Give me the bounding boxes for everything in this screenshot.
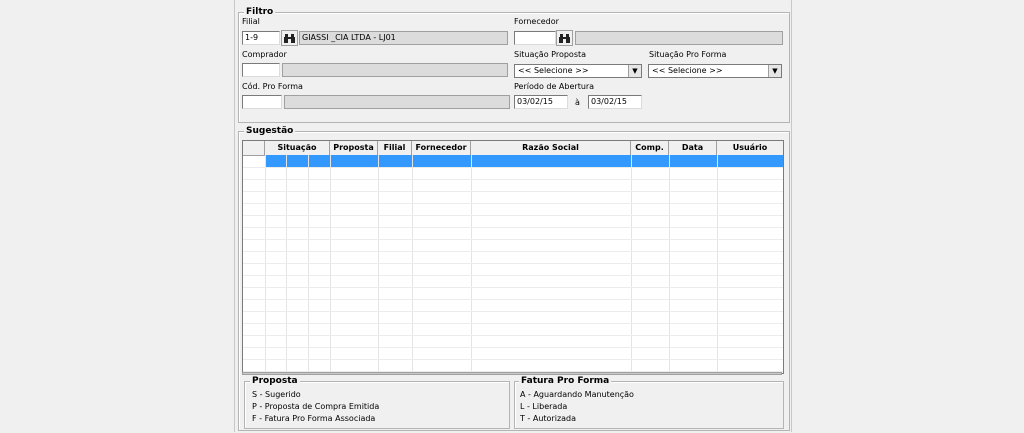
grid-column-line xyxy=(631,155,632,373)
comprador-code-input[interactable] xyxy=(242,63,280,77)
grid-bottom-scrollbar[interactable] xyxy=(242,372,782,375)
column-header-razao-social[interactable]: Razão Social xyxy=(471,141,631,155)
grid-row-line xyxy=(243,239,783,240)
sugestao-grid[interactable]: Situação Proposta Filial Fornecedor Razã… xyxy=(242,140,784,374)
periodo-label: Período de Abertura xyxy=(514,82,595,91)
grid-column-line xyxy=(286,155,287,373)
grid-row-line xyxy=(243,287,783,288)
fornecedor-label: Fornecedor xyxy=(514,17,559,26)
column-header-selector[interactable] xyxy=(243,141,265,155)
binoculars-icon xyxy=(284,33,295,43)
filtro-title: Filtro xyxy=(244,7,276,17)
sugestao-title: Sugestão xyxy=(244,126,296,136)
situacao-proposta-value: << Selecione >> xyxy=(518,66,589,75)
column-header-proposta[interactable]: Proposta xyxy=(330,141,378,155)
grid-row-line xyxy=(243,299,783,300)
cod-pro-forma-input[interactable] xyxy=(242,95,282,109)
filial-lookup-button[interactable] xyxy=(281,30,298,46)
legend-fatura-item: A - Aguardando Manutenção xyxy=(520,390,634,399)
grid-row-line xyxy=(243,275,783,276)
chevron-down-icon[interactable]: ▼ xyxy=(768,65,781,77)
legend-proposta-item: F - Fatura Pro Forma Associada xyxy=(252,414,376,423)
grid-row-line xyxy=(243,191,783,192)
comprador-label: Comprador xyxy=(242,50,287,59)
grid-row-line xyxy=(243,311,783,312)
grid-row-line xyxy=(243,215,783,216)
grid-column-line xyxy=(412,155,413,373)
periodo-from-input[interactable]: 03/02/15 xyxy=(514,95,568,109)
periodo-separator: à xyxy=(575,98,580,107)
periodo-to-input[interactable]: 03/02/15 xyxy=(588,95,642,109)
grid-column-line xyxy=(265,155,266,373)
column-header-data[interactable]: Data xyxy=(669,141,717,155)
grid-column-line xyxy=(330,155,331,373)
situacao-proposta-select[interactable]: << Selecione >> ▼ xyxy=(514,64,642,78)
situacao-pro-forma-value: << Selecione >> xyxy=(652,66,723,75)
selected-row[interactable] xyxy=(265,155,783,167)
grid-row-line xyxy=(243,323,783,324)
grid-row-line xyxy=(243,203,783,204)
grid-column-line xyxy=(717,155,718,373)
legend-proposta-title: Proposta xyxy=(250,376,300,386)
filial-label: Filial xyxy=(242,17,260,26)
legend-fatura-item: L - Liberada xyxy=(520,402,568,411)
legend-fatura-item: T - Autorizada xyxy=(520,414,577,423)
grid-row-line xyxy=(243,251,783,252)
grid-row-line xyxy=(243,179,783,180)
filial-code-input[interactable]: 1-9 xyxy=(242,31,280,45)
grid-header: Situação Proposta Filial Fornecedor Razã… xyxy=(243,141,783,156)
situacao-pro-forma-select[interactable]: << Selecione >> ▼ xyxy=(648,64,782,78)
grid-row-line xyxy=(243,335,783,336)
column-header-usuario[interactable]: Usuário xyxy=(717,141,783,155)
column-header-fornecedor[interactable]: Fornecedor xyxy=(412,141,471,155)
grid-column-line xyxy=(471,155,472,373)
cod-pro-forma-name-field xyxy=(284,95,510,109)
situacao-proposta-label: Situação Proposta xyxy=(514,50,587,59)
cod-pro-forma-label: Cód. Pro Forma xyxy=(242,82,303,91)
fornecedor-name-field xyxy=(575,31,783,45)
filial-name-field: GIASSI _CIA LTDA - LJ01 xyxy=(299,31,508,45)
grid-column-line xyxy=(308,155,309,373)
grid-row-line xyxy=(243,227,783,228)
grid-row-line xyxy=(243,347,783,348)
chevron-down-icon[interactable]: ▼ xyxy=(628,65,641,77)
situacao-pro-forma-label: Situação Pro Forma xyxy=(649,50,727,59)
fornecedor-lookup-button[interactable] xyxy=(556,30,573,46)
column-header-comp[interactable]: Comp. xyxy=(631,141,669,155)
grid-column-line xyxy=(669,155,670,373)
grid-row-line xyxy=(243,263,783,264)
fornecedor-code-input[interactable] xyxy=(514,31,556,45)
column-header-flag[interactable] xyxy=(308,141,330,155)
grid-row-line xyxy=(243,167,783,168)
legend-proposta-item: S - Sugerido xyxy=(252,390,301,399)
binoculars-icon xyxy=(559,33,570,43)
legend-proposta-item: P - Proposta de Compra Emitida xyxy=(252,402,380,411)
grid-row-line xyxy=(243,359,783,360)
grid-column-line xyxy=(378,155,379,373)
comprador-name-field xyxy=(282,63,508,77)
legend-fatura-title: Fatura Pro Forma xyxy=(519,376,612,386)
column-header-filial[interactable]: Filial xyxy=(378,141,412,155)
